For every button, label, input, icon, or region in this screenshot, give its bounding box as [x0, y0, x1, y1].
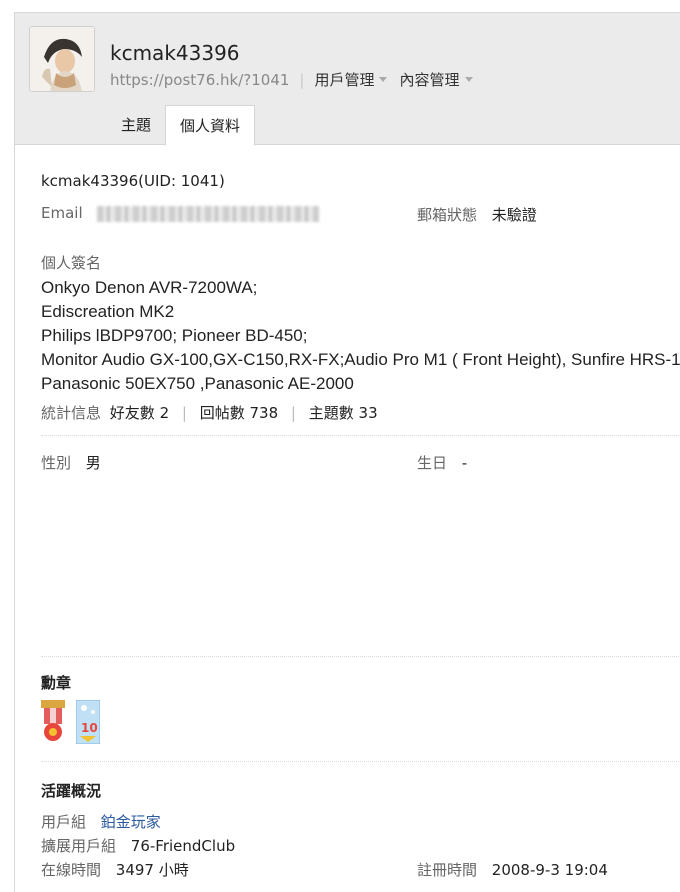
tab-topics[interactable]: 主題 — [107, 105, 165, 145]
section-divider — [41, 656, 680, 657]
svg-text:10: 10 — [81, 721, 98, 735]
profile-header: kcmak43396 https://post76.hk/?1041 | 用戶管… — [15, 13, 680, 146]
red-ribbon-medal-icon[interactable] — [41, 700, 65, 744]
stat-replies[interactable]: 回帖數 738 — [200, 404, 278, 422]
online-time-row: 在線時間 3497 小時 — [41, 859, 189, 880]
gender-row: 性別 男 — [41, 452, 101, 473]
menu-user-management[interactable]: 用戶管理 — [314, 69, 374, 90]
email-label: Email — [41, 204, 83, 222]
subline-separator: | — [299, 70, 305, 89]
name-uid: kcmak43396(UID: 1041) — [41, 172, 225, 190]
signature-line: Onkyo Denon AVR-7200WA; — [41, 278, 258, 297]
activity-title: 活躍概況 — [41, 782, 102, 800]
user-group-label: 用戶組 — [41, 813, 87, 831]
birthday-label: 生日 — [417, 454, 448, 472]
signature-label-row: 個人簽名 — [41, 252, 111, 273]
signature-line: Panasonic 50EX750 ,Panasonic AE-2000 — [41, 374, 354, 393]
signature-line: Philips lBDP9700; Pioneer BD-450; — [41, 326, 308, 345]
activity-title-row: 活躍概況 — [41, 780, 101, 801]
register-time-label: 註冊時間 — [417, 861, 478, 879]
online-time-label: 在線時間 — [41, 861, 102, 879]
user-group-link[interactable]: 鉑金玩家 — [101, 813, 161, 831]
stats-label: 統計信息 — [41, 404, 102, 422]
signature-label: 個人簽名 — [41, 254, 102, 272]
section-divider — [41, 761, 680, 762]
menu-content-management[interactable]: 內容管理 — [399, 69, 459, 90]
email-status-label: 郵箱狀態 — [417, 206, 478, 224]
signature-line: Ediscreation MK2 — [41, 302, 175, 321]
stat-friends[interactable]: 好友數 2 — [110, 404, 169, 422]
email-status-value: 未驗證 — [491, 206, 537, 224]
gender-value: 男 — [85, 454, 101, 472]
email-status-row: 郵箱狀態 未驗證 — [417, 204, 537, 225]
stat-topics[interactable]: 主題數 33 — [309, 404, 378, 422]
ext-group-row: 擴展用戶組 76-FriendClub — [41, 835, 235, 856]
signature-line: Monitor Audio GX-100,GX-C150,RX-FX;Audio… — [41, 350, 680, 369]
user-group-row: 用戶組 鉑金玩家 — [41, 811, 161, 832]
online-time-value: 3497 小時 — [115, 861, 189, 879]
ext-group-value: 76-FriendClub — [130, 837, 236, 855]
email-value-redacted — [97, 205, 320, 222]
avatar-image — [30, 27, 94, 91]
birthday-row: 生日 - — [417, 452, 467, 473]
stat-separator: | — [290, 404, 296, 422]
email-row: Email — [41, 204, 320, 222]
birthday-value: - — [461, 454, 468, 472]
profile-window: kcmak43396 https://post76.hk/?1041 | 用戶管… — [14, 12, 680, 892]
profile-tabs: 主題 個人資料 — [107, 105, 256, 146]
tab-profile[interactable]: 個人資料 — [165, 105, 256, 146]
profile-subline: https://post76.hk/?1041 | 用戶管理 內容管理 — [110, 69, 485, 90]
profile-url[interactable]: https://post76.hk/?1041 — [110, 71, 289, 89]
register-time-value: 2008-9-3 19:04 — [491, 861, 608, 879]
register-time-row: 註冊時間 2008-9-3 19:04 — [417, 859, 608, 880]
stats-row: 統計信息 好友數 2 | 回帖數 738 | 主題數 33 — [41, 402, 378, 423]
signature: Onkyo Denon AVR-7200WA; Ediscreation MK2… — [41, 276, 680, 396]
medals-title: 勳章 — [41, 674, 72, 692]
ext-group-label: 擴展用戶組 — [41, 837, 117, 855]
medals-list: 10 — [41, 699, 106, 745]
blue-10-medal-icon[interactable]: 10 — [75, 699, 101, 745]
name-uid-text: kcmak43396(UID: 1041) — [41, 172, 225, 190]
stat-separator: | — [181, 404, 187, 422]
caret-down-icon[interactable] — [464, 77, 473, 82]
profile-username: kcmak43396 — [110, 41, 240, 65]
section-divider — [41, 435, 680, 436]
gender-label: 性別 — [41, 454, 72, 472]
medals-title-row: 勳章 — [41, 672, 71, 693]
caret-down-icon[interactable] — [379, 77, 388, 82]
avatar[interactable] — [29, 26, 95, 92]
